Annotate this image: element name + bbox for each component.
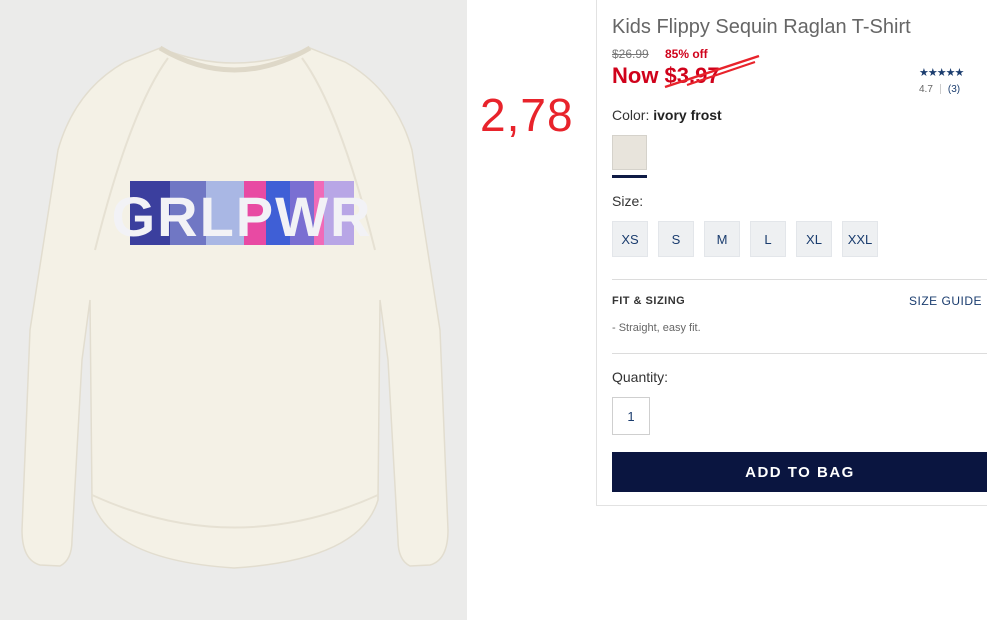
size-option-xl[interactable]: XL — [796, 221, 832, 257]
product-details-card: Kids Flippy Sequin Raglan T-Shirt $26.99… — [596, 0, 987, 506]
tshirt-illustration: GRLPWR — [21, 45, 449, 569]
selected-swatch-indicator — [612, 175, 647, 178]
color-label-text: Color: — [612, 107, 650, 123]
size-option-s[interactable]: S — [658, 221, 694, 257]
size-guide-link[interactable]: SIZE GUIDE — [909, 294, 982, 308]
size-option-xs[interactable]: XS — [612, 221, 648, 257]
divider — [612, 279, 987, 280]
rating-divider — [939, 84, 941, 95]
color-label: Color: ivory frost — [612, 107, 722, 123]
divider — [612, 353, 987, 354]
product-page: GRLPWR 2,78 Kids Flippy Sequin Raglan T-… — [0, 0, 987, 620]
size-options: XS S M L XL XXL — [612, 221, 878, 257]
graphic-text: GRLPWR — [112, 185, 373, 248]
quantity-label: Quantity: — [612, 369, 669, 385]
fit-description: - Straight, easy fit. — [612, 322, 701, 334]
color-value: ivory frost — [653, 107, 722, 123]
size-option-xxl[interactable]: XXL — [842, 221, 878, 257]
product-image: GRLPWR — [0, 0, 467, 620]
add-to-bag-button[interactable]: ADD TO BAG — [612, 452, 987, 492]
size-option-m[interactable]: M — [704, 221, 740, 257]
size-option-l[interactable]: L — [750, 221, 786, 257]
rating-score: 4.7 — [919, 84, 933, 95]
price-strike-scribble — [664, 54, 760, 89]
quantity-input[interactable]: 1 — [612, 397, 650, 435]
star-rating-icon: ★★★★★ — [919, 67, 964, 79]
product-rating[interactable]: ★★★★★ 4.7 (3) — [919, 66, 987, 95]
color-swatch-ivory-frost[interactable] — [612, 135, 647, 170]
size-label: Size: — [612, 193, 644, 209]
handwritten-price-annotation: 2,78 — [480, 89, 574, 141]
original-price: $26.99 — [612, 47, 649, 61]
product-title: Kids Flippy Sequin Raglan T-Shirt — [612, 16, 911, 38]
review-count-link[interactable]: (3) — [948, 84, 960, 95]
fit-sizing-heading: FIT & SIZING — [612, 295, 686, 307]
